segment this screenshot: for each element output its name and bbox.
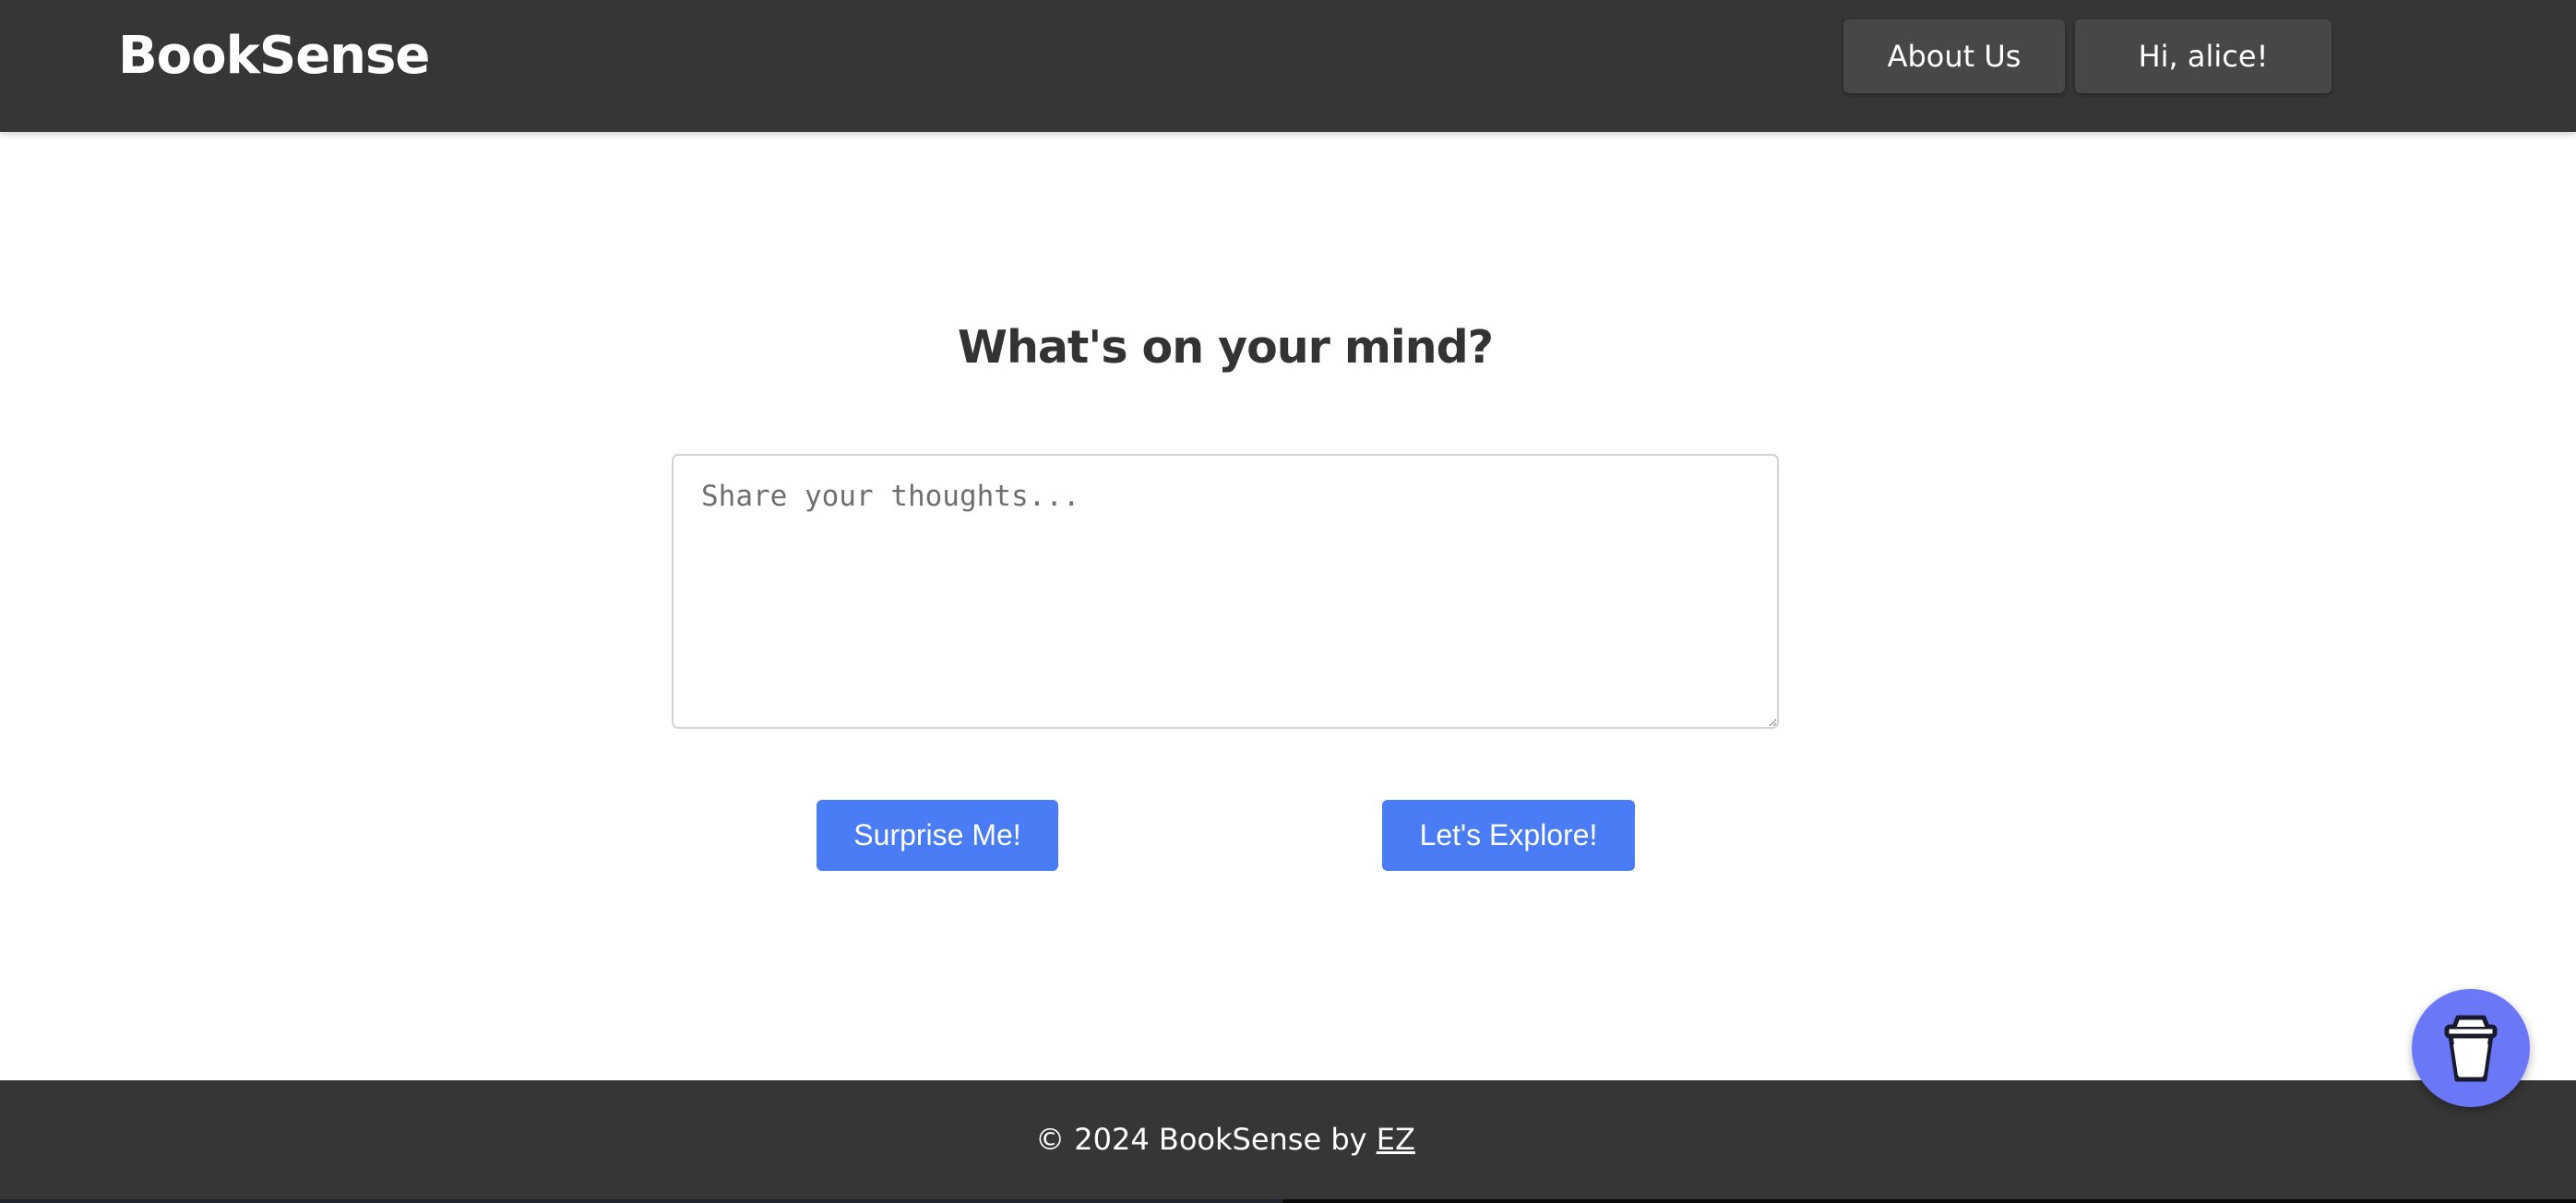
footer-text: © 2024 BookSense by <box>1035 1122 1377 1157</box>
coffee-cup-icon <box>2444 1015 2498 1082</box>
user-greeting-button[interactable]: Hi, alice! <box>2075 19 2332 93</box>
surprise-me-button[interactable]: Surprise Me! <box>817 800 1058 871</box>
brand-logo[interactable]: BookSense <box>118 26 430 87</box>
thoughts-input[interactable] <box>672 454 1779 729</box>
footer: © 2024 BookSense by EZ <box>0 1080 2576 1199</box>
about-us-button[interactable]: About Us <box>1843 19 2065 93</box>
author-link[interactable]: EZ <box>1377 1122 1415 1157</box>
page-title: What's on your mind? <box>957 321 1494 374</box>
footer-copyright: © 2024 BookSense by EZ <box>0 1080 2451 1199</box>
lets-explore-button[interactable]: Let's Explore! <box>1382 800 1635 871</box>
bottom-edge <box>0 1199 2576 1203</box>
top-navbar: BookSense About Us Hi, alice! <box>0 0 2576 132</box>
buy-me-a-coffee-button[interactable] <box>2412 989 2530 1107</box>
